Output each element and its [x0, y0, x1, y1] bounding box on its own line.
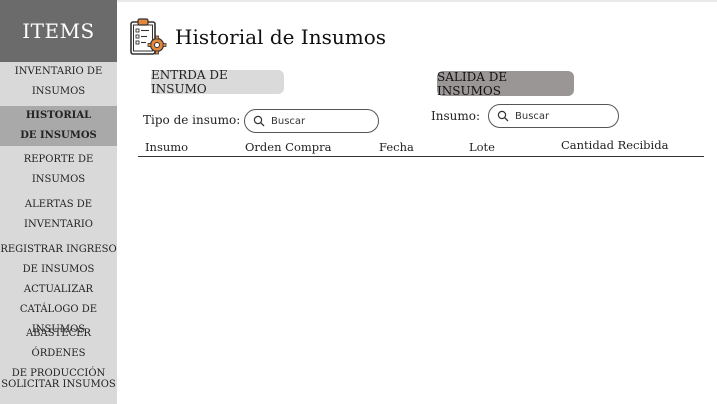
entrada-insumo-button[interactable]: ENTRDA DE INSUMO	[151, 68, 284, 96]
page-title: Historial de Insumos	[175, 25, 387, 49]
column-header-orden-compra[interactable]: Orden Compra	[245, 140, 332, 154]
sidebar-item-label: SOLICITAR INSUMOS	[1, 379, 116, 390]
sidebar-item-label: ACTUALIZAR	[23, 284, 94, 295]
tipo-insumo-input[interactable]	[271, 115, 351, 127]
salida-insumos-button[interactable]: SALIDA DE INSUMOS	[437, 70, 574, 98]
sidebar-item-inventario-insumos[interactable]: INVENTARIO DE INSUMOS	[0, 62, 117, 102]
sidebar-item-label: INSUMOS	[31, 86, 86, 97]
tipo-insumo-label: Tipo de insumo:	[143, 113, 241, 127]
insumo-search	[488, 104, 619, 128]
brand-logo[interactable]: ITEMS	[0, 0, 117, 62]
sidebar-item-historial-insumos[interactable]: HISTORIAL DE INSUMOS	[0, 106, 117, 146]
search-icon	[497, 110, 509, 122]
insumo-label: Insumo:	[431, 109, 481, 123]
sidebar-item-label: INVENTARIO	[24, 219, 93, 230]
sidebar-item-label: DE INSUMOS	[22, 264, 95, 275]
sidebar-item-label: REPORTE DE	[23, 154, 94, 165]
sidebar-item-label: DE INSUMOS	[20, 130, 97, 141]
sidebar-item-solicitar-insumos[interactable]: SOLICITAR INSUMOS	[0, 375, 117, 395]
sidebar-item-label: REGISTRAR INGRESO	[0, 244, 117, 255]
sidebar-item-reporte-insumos[interactable]: REPORTE DE INSUMOS	[0, 150, 117, 190]
clipboard-gear-icon	[128, 17, 168, 57]
column-header-fecha[interactable]: Fecha	[379, 140, 414, 154]
sidebar-item-label: INVENTARIO DE	[14, 66, 103, 77]
column-header-cantidad-recibida[interactable]: Cantidad Recibida	[561, 138, 668, 152]
sidebar-item-label: ALERTAS DE	[24, 199, 93, 210]
sidebar-item-alertas-inventario[interactable]: ALERTAS DE INVENTARIO	[0, 195, 117, 235]
search-icon	[253, 115, 265, 127]
sidebar: ITEMS INVENTARIO DE INSUMOS HISTORIAL DE…	[0, 0, 117, 404]
sidebar-item-label: ABASTECER ÓRDENES	[25, 328, 92, 359]
tipo-insumo-search	[244, 109, 379, 133]
sidebar-item-label: HISTORIAL	[25, 110, 92, 121]
sidebar-item-registrar-ingreso[interactable]: REGISTRAR INGRESO DE INSUMOS	[0, 240, 117, 280]
sidebar-item-label: INSUMOS	[31, 174, 86, 185]
column-header-insumo[interactable]: Insumo	[145, 140, 188, 154]
column-header-lote[interactable]: Lote	[469, 140, 495, 154]
insumo-input[interactable]	[515, 110, 595, 122]
top-divider	[117, 0, 717, 2]
table-header-divider	[138, 156, 704, 157]
